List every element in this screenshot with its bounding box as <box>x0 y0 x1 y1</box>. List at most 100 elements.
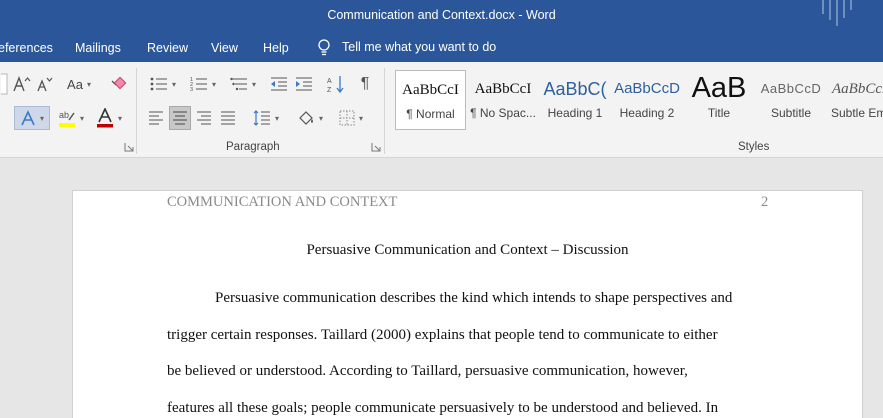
chevron-down-icon: ▾ <box>171 79 176 89</box>
ribbon-tabs: eferences Mailings Review View Help Tell… <box>0 32 883 62</box>
numbering-button[interactable]: 1 2 3 ▾ <box>185 74 221 94</box>
sort-button[interactable]: A Z <box>325 74 347 94</box>
body-line: trigger certain responses. Taillard (200… <box>167 327 718 343</box>
decrease-indent-button[interactable] <box>268 74 290 94</box>
chevron-down-icon: ▾ <box>39 113 44 123</box>
highlighter-icon: ab <box>58 110 75 127</box>
lightbulb-icon <box>318 39 330 56</box>
increase-indent-button[interactable] <box>293 74 315 94</box>
svg-text:Z: Z <box>327 87 332 93</box>
text-effects-icon <box>21 110 35 126</box>
style-subtitle[interactable]: AaBbCcD Subtitle <box>756 70 826 130</box>
style-sample: AaBbCcD <box>614 80 680 97</box>
style-heading-1[interactable]: AaBbC( Heading 1 <box>540 70 610 130</box>
svg-text:ab: ab <box>59 110 69 120</box>
style-heading-2[interactable]: AaBbCcD Heading 2 <box>612 70 682 130</box>
tab-references[interactable]: eferences <box>0 41 53 55</box>
increase-indent-icon <box>296 77 312 91</box>
style-no-spacing[interactable]: AaBbCcI ¶ No Spac... <box>468 70 538 130</box>
paragraph-group-label: Paragraph <box>226 141 280 153</box>
change-case-button[interactable]: Aa ▾ <box>63 74 95 94</box>
decorative-lines-icon <box>822 0 852 26</box>
eraser-icon <box>111 76 127 90</box>
group-separator <box>384 68 385 154</box>
shrink-font-button[interactable] <box>36 74 54 94</box>
style-name: Title <box>707 106 731 120</box>
decrease-indent-icon <box>271 77 287 91</box>
title-bar: Communication and Context.docx - Word <box>0 0 883 32</box>
align-right-button[interactable] <box>193 106 215 130</box>
tell-me-search[interactable]: Tell me what you want to do <box>316 38 496 56</box>
paragraph-dialog-launcher-icon[interactable] <box>371 142 381 152</box>
page-header-text: COMMUNICATION AND CONTEXT <box>167 194 398 210</box>
bullets-icon <box>150 77 167 91</box>
ribbon: Aa ▾ ▾ ab ▾ ▾ ▾ 1 2 3 ▾ ▾ A Z ¶ ▾ ▾ ▾ Pa… <box>0 62 883 158</box>
window-title: Communication and Context.docx - Word <box>327 8 556 22</box>
body-line: features all these goals; people communi… <box>167 400 719 416</box>
pilcrow-icon: ¶ <box>360 75 370 92</box>
style-subtle-emphasis[interactable]: AaBbCcD Subtle Em <box>828 70 883 130</box>
document-page[interactable]: COMMUNICATION AND CONTEXT 2 Persuasive C… <box>72 190 863 418</box>
style-normal[interactable]: AaBbCcI ¶ Normal <box>395 70 466 130</box>
align-center-icon <box>173 111 187 125</box>
font-color-icon <box>96 108 113 128</box>
line-spacing-icon <box>253 110 270 126</box>
style-sample: AaB <box>691 72 747 104</box>
style-sample: AaBbCcD <box>760 81 822 96</box>
style-name: Subtle Em <box>831 106 883 120</box>
show-formatting-marks-button[interactable]: ¶ <box>355 74 375 94</box>
style-name: Heading 2 <box>619 106 675 120</box>
align-left-button[interactable] <box>145 106 167 130</box>
style-name: ¶ No Spac... <box>470 106 536 120</box>
body-line: Persuasive communication describes the k… <box>215 290 733 306</box>
svg-text:3: 3 <box>190 87 193 92</box>
style-name: Heading 1 <box>547 106 603 120</box>
style-sample: AaBbC( <box>543 79 607 99</box>
svg-text:A: A <box>327 78 332 85</box>
body-line: be believed or understood. According to … <box>167 363 688 379</box>
multilevel-list-icon <box>230 77 247 91</box>
page-number: 2 <box>761 194 769 210</box>
document-title: Persuasive Communication and Context – D… <box>306 242 629 258</box>
grow-font-button[interactable] <box>12 74 32 94</box>
align-center-button[interactable] <box>169 106 191 130</box>
change-case-label: Aa <box>67 76 83 92</box>
chevron-down-icon: ▾ <box>211 79 216 89</box>
borders-icon <box>339 110 355 126</box>
justify-button[interactable] <box>217 106 239 130</box>
paint-bucket-icon <box>299 111 313 125</box>
document-canvas[interactable]: COMMUNICATION AND CONTEXT 2 Persuasive C… <box>0 158 883 418</box>
tab-review[interactable]: Review <box>147 41 188 55</box>
style-sample: AaBbCcI <box>402 82 459 98</box>
align-right-icon <box>197 111 211 125</box>
sort-icon: A Z <box>327 76 344 93</box>
shrink-font-icon <box>37 77 53 92</box>
tab-mailings[interactable]: Mailings <box>75 41 121 55</box>
style-sample: AaBbCcI <box>474 81 532 97</box>
style-sample: AaBbCcD <box>832 81 883 97</box>
chevron-down-icon: ▾ <box>79 113 84 123</box>
text-effects-button[interactable]: ▾ <box>14 106 50 130</box>
style-name: ¶ Normal <box>406 107 455 121</box>
styles-group-label: Styles <box>738 141 770 153</box>
numbering-icon: 1 2 3 <box>190 77 207 92</box>
style-title[interactable]: AaB Title <box>684 70 754 130</box>
multilevel-list-button[interactable]: ▾ <box>225 74 261 94</box>
chevron-down-icon: ▾ <box>358 113 363 123</box>
font-dialog-launcher-icon[interactable] <box>124 142 134 152</box>
chevron-down-icon: ▾ <box>251 79 256 89</box>
shading-button[interactable]: ▾ <box>292 106 328 130</box>
chevron-down-icon: ▾ <box>274 113 279 123</box>
clear-formatting-button[interactable] <box>107 74 129 94</box>
borders-button[interactable]: ▾ <box>333 106 369 130</box>
font-size-dropdown-edge[interactable] <box>0 72 10 96</box>
bullets-button[interactable]: ▾ <box>145 74 181 94</box>
chevron-down-icon: ▾ <box>117 113 122 123</box>
group-separator <box>136 68 137 154</box>
style-name: Subtitle <box>770 106 812 120</box>
highlight-color-button[interactable]: ab ▾ <box>54 106 88 130</box>
tab-help[interactable]: Help <box>263 41 289 55</box>
line-spacing-button[interactable]: ▾ <box>248 106 284 130</box>
tab-view[interactable]: View <box>211 41 238 55</box>
font-color-button[interactable]: ▾ <box>92 106 126 130</box>
